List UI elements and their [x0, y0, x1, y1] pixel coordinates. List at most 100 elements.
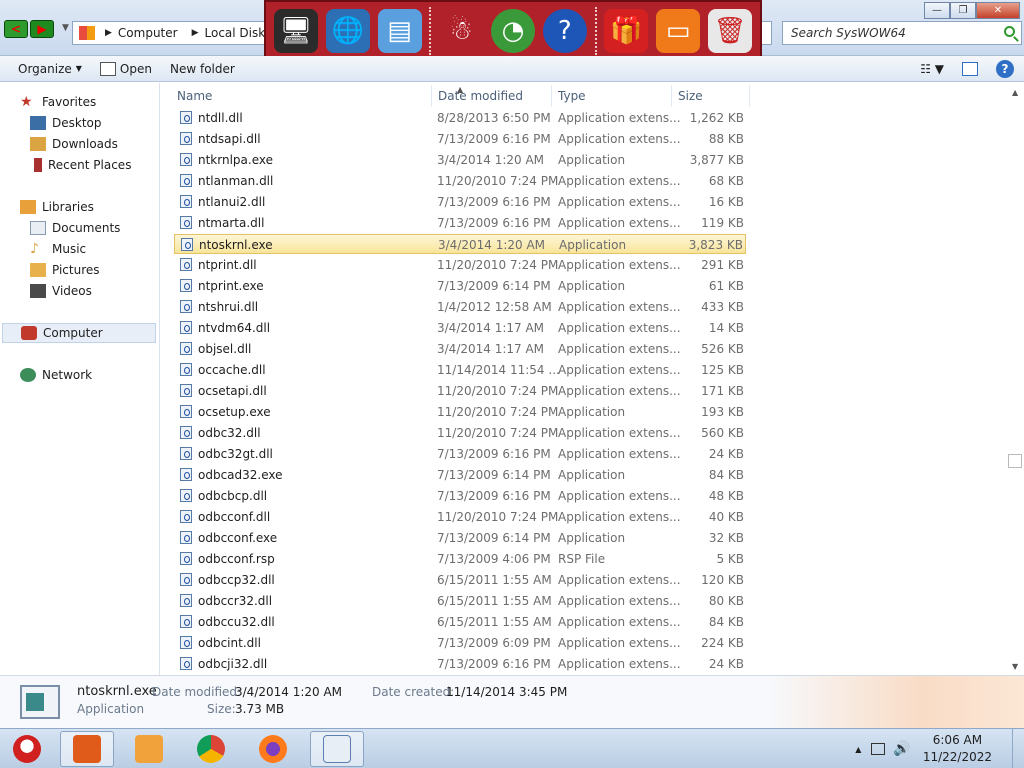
back-button[interactable]: < [4, 20, 28, 38]
sidebar-item-documents[interactable]: Documents [30, 218, 120, 238]
open-button[interactable]: Open [99, 61, 152, 76]
forward-button[interactable]: ▶ [30, 20, 54, 38]
sidebar-item-downloads[interactable]: Downloads [30, 134, 118, 154]
minimize-button[interactable]: — [924, 2, 950, 19]
column-separator[interactable] [551, 85, 552, 107]
globe-icon[interactable]: 🌐 [325, 9, 370, 53]
network-status-icon[interactable] [871, 743, 886, 755]
file-row[interactable]: ntvdm64.dll 3/4/2014 1:17 AM Application e… [174, 318, 746, 338]
gift-icon[interactable]: 🎁 [604, 9, 649, 53]
file-row[interactable]: odbcad32.exe 7/13/2009 6:14 PM Application… [174, 465, 746, 485]
dll-file-icon [180, 216, 192, 229]
file-row[interactable]: odbcconf.dll 11/20/2010 7:24 PM Applicatio… [174, 507, 746, 527]
file-size: 88 KB [708, 132, 744, 146]
file-name: odbcad32.exe [198, 468, 283, 482]
sidebar-item-libraries[interactable]: Libraries [20, 197, 94, 217]
sidebar-item-favorites[interactable]: ★ Favorites [20, 92, 96, 112]
file-row[interactable]: ocsetapi.dll 11/20/2010 7:24 PM Applicatio… [174, 381, 746, 401]
file-row[interactable]: ntprint.dll 11/20/2010 7:24 PM Application… [174, 255, 746, 275]
preview-pane-icon[interactable] [962, 62, 978, 76]
file-row[interactable]: odbc32.dll 11/20/2010 7:24 PM Application … [174, 423, 746, 443]
search-icon[interactable] [1004, 26, 1015, 37]
file-date-modified: 7/13/2009 6:14 PM [437, 279, 551, 293]
taskbar-firefox[interactable] [246, 731, 300, 767]
sidebar-item-desktop[interactable]: Desktop [30, 113, 102, 133]
column-separator[interactable] [431, 85, 432, 107]
column-separator[interactable] [749, 85, 750, 107]
file-row[interactable]: ntshrui.dll 1/4/2012 12:58 AM Application … [174, 297, 746, 317]
scroll-down-icon[interactable]: ▼ [1012, 662, 1018, 671]
sidebar-item-recent-places[interactable]: Recent Places [30, 155, 131, 175]
column-header-type[interactable]: Type [558, 89, 586, 103]
file-row[interactable]: ntdsapi.dll 7/13/2009 6:16 PM Application … [174, 129, 746, 149]
chevron-right-icon[interactable]: ▶ [192, 28, 199, 38]
maximize-button[interactable]: ❐ [950, 2, 976, 19]
shield-icon[interactable]: ◔ [490, 9, 535, 53]
file-row[interactable]: ntmarta.dll 7/13/2009 6:16 PM Application … [174, 213, 746, 233]
file-row[interactable]: ocsetup.exe 11/20/2010 7:24 PM Application… [174, 402, 746, 422]
new-folder-button[interactable]: New folder [170, 62, 235, 76]
taskbar-media-player[interactable] [122, 731, 176, 767]
show-hidden-icons-icon[interactable]: ▲ [855, 745, 861, 754]
file-row[interactable]: odbccp32.dll 6/15/2011 1:55 AM Application… [174, 570, 746, 590]
breadcrumb-computer[interactable]: Computer [118, 26, 178, 40]
column-separator[interactable] [671, 85, 672, 107]
recycle-bin-icon[interactable]: 🗑 [707, 9, 752, 53]
details-date-created-label: Date created: [372, 685, 455, 699]
sidebar-item-videos[interactable]: Videos [30, 281, 92, 301]
file-row[interactable]: odbcconf.rsp 7/13/2009 4:06 PM RSP File 5 K… [174, 549, 746, 569]
file-row[interactable]: objsel.dll 3/4/2014 1:17 AM Application ex… [174, 339, 746, 359]
dll-file-icon [180, 447, 192, 460]
column-header-size[interactable]: Size [678, 89, 703, 103]
change-view-icon[interactable]: ☷ ▼ [920, 62, 944, 76]
organize-button[interactable]: Organize ▼ [18, 62, 82, 76]
sidebar-item-music[interactable]: ♪ Music [30, 239, 86, 259]
file-size: 84 KB [708, 468, 744, 482]
file-row[interactable]: ntlanman.dll 11/20/2010 7:24 PM Applicatio… [174, 171, 746, 191]
file-date-modified: 1/4/2012 12:58 AM [437, 300, 552, 314]
file-row[interactable]: odbccr32.dll 6/15/2011 1:55 AM Application… [174, 591, 746, 611]
clock[interactable]: 6:06 AM 11/22/2022 [923, 732, 992, 766]
file-row[interactable]: odbcbcp.dll 7/13/2009 6:16 PM Application … [174, 486, 746, 506]
file-row[interactable]: ntdll.dll 8/28/2013 6:50 PM Application ex… [174, 108, 746, 128]
chevron-right-icon[interactable]: ▶ [105, 28, 112, 38]
recent-pages-chevron-icon[interactable]: ▼ [62, 23, 69, 33]
file-row[interactable]: odbcji32.dll 7/13/2009 6:16 PM Application… [174, 654, 746, 674]
taskbar-checklist-app[interactable] [310, 731, 364, 767]
show-desktop-button[interactable] [1012, 729, 1024, 768]
file-row[interactable]: odbcconf.exe 7/13/2009 6:14 PM Application… [174, 528, 746, 548]
file-row[interactable]: ntoskrnl.exe 3/4/2014 1:20 AM Application 3… [174, 234, 746, 254]
column-header-date[interactable]: Date modified [438, 89, 523, 103]
file-row[interactable]: odbccu32.dll 6/15/2011 1:55 AM Application… [174, 612, 746, 632]
file-row[interactable]: odbc32gt.dll 7/13/2009 6:16 PM Application… [174, 444, 746, 464]
scrollbar-marker[interactable] [1008, 454, 1022, 468]
folder-icon[interactable]: ▭ [656, 9, 701, 53]
file-size: 40 KB [708, 510, 744, 524]
taskbar-chrome[interactable] [184, 731, 238, 767]
start-button[interactable] [0, 731, 54, 767]
volume-icon[interactable]: 🔊 [893, 741, 910, 757]
help-icon[interactable]: ? [542, 9, 587, 53]
file-row[interactable]: ntlanui2.dll 7/13/2009 6:16 PM Application… [174, 192, 746, 212]
file-row[interactable]: occache.dll 11/14/2014 11:54 ... Applicati… [174, 360, 746, 380]
close-button[interactable]: ✕ [976, 2, 1020, 19]
help-button[interactable]: ? [996, 60, 1014, 78]
taskbar-file-manager[interactable] [60, 731, 114, 767]
snowman-icon[interactable]: ☃ [439, 9, 483, 53]
sidebar-item-computer[interactable]: Computer [2, 323, 156, 343]
sidebar-item-network[interactable]: Network [20, 365, 92, 385]
file-row[interactable]: ntkrnlpa.exe 3/4/2014 1:20 AM Application 3… [174, 150, 746, 170]
control-panel-icon[interactable]: ▤ [377, 9, 422, 53]
computer-icon[interactable]: 🖥 [274, 9, 318, 53]
file-size: 224 KB [701, 636, 744, 650]
dll-file-icon [180, 174, 192, 187]
search-input[interactable]: Search SysWOW64 [782, 21, 1022, 45]
sidebar-item-label: Documents [52, 221, 121, 235]
file-type: Application [558, 153, 626, 167]
dll-file-icon [180, 510, 192, 523]
column-header-name[interactable]: Name [177, 89, 212, 103]
file-row[interactable]: ntprint.exe 7/13/2009 6:14 PM Application 6… [174, 276, 746, 296]
scroll-up-icon[interactable]: ▲ [1012, 88, 1018, 97]
sidebar-item-pictures[interactable]: Pictures [30, 260, 100, 280]
file-row[interactable]: odbcint.dll 7/13/2009 6:09 PM Application … [174, 633, 746, 653]
